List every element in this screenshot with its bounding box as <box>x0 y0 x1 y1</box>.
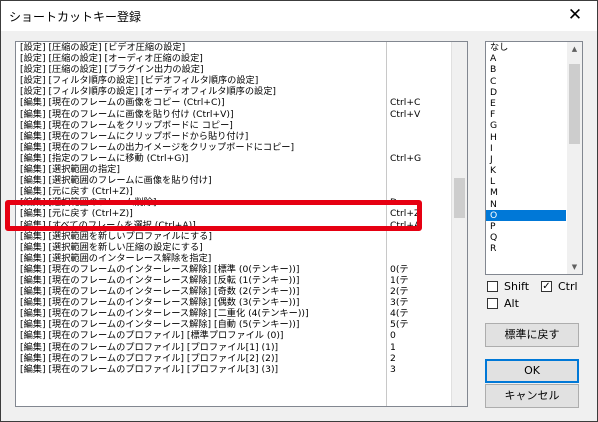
command-name-cell: [設定] [フィルタ順序の設定] [オーディオフィルタ順序の設定] <box>20 86 277 98</box>
alt-checkbox-box[interactable] <box>487 298 498 309</box>
ok-button[interactable]: OK <box>485 359 579 383</box>
command-name-cell: [編集] [現在のフレームのプロファイル] [プロファイル[1] (1)] <box>20 341 279 353</box>
command-name-cell: [設定] [圧縮の設定] [オーディオ圧縮の設定] <box>20 53 203 65</box>
command-name-cell: [編集] [現在のフレームのインターレース解除] [標準 (0(テンキー))] <box>20 263 300 275</box>
key-list-item[interactable]: H <box>486 132 566 143</box>
key-list-item[interactable]: K <box>486 165 566 176</box>
command-name-cell: [編集] [現在のフレームのプロファイル] [プロファイル[3] (3)] <box>20 363 279 375</box>
command-name-cell: [編集] [現在のフレームのインターレース解除] [自動 (5(テンキー))] <box>20 319 300 331</box>
shortcut-key-cell: 0(テ <box>390 263 409 275</box>
shortcut-key-cell: 1 <box>390 341 396 353</box>
shortcut-key-cell: Ctrl+C <box>390 97 421 109</box>
command-name-cell: [編集] [選択範囲を新しいプロファイルにする] <box>20 230 212 242</box>
command-name-cell: [編集] [現在のフレームのインターレース解除] [反転 (1(テンキー))] <box>20 274 300 286</box>
shortcut-key-cell: 3 <box>390 363 396 375</box>
command-name-cell: [編集] [現在のフレームに画像を貼り付け (Ctrl+V)] <box>20 108 234 120</box>
shortcut-key-cell: 4(テ <box>390 308 409 320</box>
command-name-cell: [編集] [現在のフレームのインターレース解除] [偶数 (3(テンキー))] <box>20 297 300 309</box>
shortcut-key-cell: Ctrl+V <box>390 108 421 120</box>
key-list-item[interactable]: なし <box>486 42 566 53</box>
shortcut-key-cell: 5(テ <box>390 319 409 331</box>
key-list-item[interactable]: Q <box>486 232 566 243</box>
key-list-scrollbar[interactable]: ▲ ▼ <box>567 42 582 274</box>
command-list-scroll-thumb[interactable] <box>454 178 465 218</box>
ctrl-label: Ctrl <box>558 280 578 293</box>
shortcut-key-cell: 1(テ <box>390 274 409 286</box>
shortcut-key-cell: 2(テ <box>390 286 409 298</box>
shortcut-key-cell: 0 <box>390 330 396 342</box>
key-list-scroll-thumb[interactable] <box>569 64 580 144</box>
key-list-item[interactable]: D <box>486 87 566 98</box>
key-list[interactable]: なし A B C D E F G H I J K L M N O P Q R ▲ ▼ <box>485 41 583 275</box>
command-name-cell: [編集] [選択範囲を新しい圧縮の設定にする] <box>20 241 203 253</box>
alt-label: Alt <box>504 297 519 310</box>
shortcut-dialog: ショートカットキー登録 ✕ [設定] [圧縮の設定] [ビデオ圧縮の設定] [設定… <box>0 0 598 422</box>
key-list-item[interactable]: N <box>486 199 566 210</box>
reset-default-button[interactable]: 標準に戻す <box>485 323 579 347</box>
shortcut-key-cell: Ctrl+G <box>390 152 422 164</box>
command-name-cell: [編集] [現在のフレームのインターレース解除] [二重化 (4(テンキー))] <box>20 308 309 320</box>
key-list-item[interactable]: E <box>486 98 566 109</box>
shift-checkbox-box[interactable] <box>487 281 498 292</box>
scroll-down-icon[interactable]: ▼ <box>567 260 582 274</box>
command-name-cell: [編集] [現在のフレームをクリップボードに コピー] <box>20 119 233 131</box>
shortcut-key-cell: 3(テ <box>390 297 409 309</box>
command-name-cell: [編集] [現在のフレームにクリップボードから貼り付け] <box>20 130 249 142</box>
shift-label: Shift <box>504 280 530 293</box>
key-list-item[interactable]: R <box>486 243 566 254</box>
key-list-item[interactable]: P <box>486 221 566 232</box>
key-list-item[interactable]: G <box>486 120 566 131</box>
command-name-cell: [編集] [現在のフレームの画像をコピー (Ctrl+C)] <box>20 97 225 109</box>
scroll-up-icon[interactable]: ▲ <box>567 42 582 56</box>
command-name-cell: [設定] [フィルタ順序の設定] [ビデオフィルタ順序の設定] <box>20 75 259 87</box>
command-name-cell: [設定] [圧縮の設定] [ビデオ圧縮の設定] <box>20 42 186 53</box>
command-name-cell: [編集] [現在のフレームの出力イメージをクリップボードにコピー] <box>20 141 295 153</box>
cancel-button[interactable]: キャンセル <box>485 384 579 408</box>
key-list-item[interactable]: A <box>486 53 566 64</box>
key-list-item[interactable]: C <box>486 76 566 87</box>
command-name-cell: [設定] [圧縮の設定] [プラグイン出力の設定] <box>20 64 204 76</box>
command-name-cell: [編集] [選択範囲のフレームに画像を貼り付け] <box>20 175 212 187</box>
ctrl-checkbox-box[interactable]: ✓ <box>541 281 552 292</box>
command-list-scrollbar[interactable] <box>451 42 467 406</box>
command-name-cell: [編集] [選択範囲の指定] <box>20 164 120 176</box>
command-name-cell: [編集] [指定のフレームに移動 (Ctrl+G)] <box>20 152 189 164</box>
window-title: ショートカットキー登録 <box>9 10 142 24</box>
key-list-item[interactable]: J <box>486 154 566 165</box>
key-list-item[interactable]: O <box>486 209 566 221</box>
close-icon[interactable]: ✕ <box>553 1 597 31</box>
highlight-annotation <box>5 200 422 231</box>
command-name-cell: [編集] [現在のフレームのインターレース解除] [奇数 (2(テンキー))] <box>20 286 300 298</box>
command-name-cell: [編集] [現在のフレームのプロファイル] [プロファイル[2] (2)] <box>20 352 279 364</box>
key-list-item[interactable]: B <box>486 64 566 75</box>
key-list-item[interactable]: L <box>486 176 566 187</box>
key-list-item[interactable]: F <box>486 109 566 120</box>
key-list-item[interactable]: I <box>486 143 566 154</box>
command-name-cell: [編集] [元に戻す (Ctrl+Z)] <box>20 186 133 198</box>
key-list-item[interactable]: M <box>486 187 566 198</box>
command-name-cell: [編集] [現在のフレームのプロファイル] [標準プロファイル (0)] <box>20 330 284 342</box>
shortcut-key-cell: 2 <box>390 352 396 364</box>
title-bar: ショートカットキー登録 ✕ <box>1 1 597 31</box>
command-name-cell: [編集] [選択範囲のインターレース解除を指定] <box>20 252 212 264</box>
